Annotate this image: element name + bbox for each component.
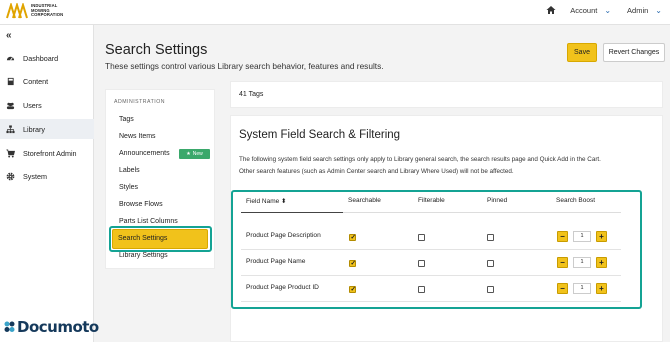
column-header-search-boost: Search Boost [556,197,596,204]
sidebar-item-label: Storefront Admin [23,148,77,158]
section-title: System Field Search & Filtering [239,129,401,141]
filterable-checkbox[interactable] [418,234,425,241]
searchable-checkbox[interactable] [349,233,356,241]
sidebar-item-label: Content [23,76,49,86]
chevron-down-icon[interactable]: ⌄ [655,6,662,15]
top-nav: Account ⌄ Admin ⌄ [546,5,662,15]
column-header-label: Field Name [246,198,280,205]
account-menu[interactable]: Account [570,6,597,15]
sidebar-item-users[interactable]: Users [0,95,94,115]
save-button[interactable]: Save [567,43,597,62]
documoto-brand: Documoto [3,318,99,336]
column-header-pinned: Pinned [487,197,508,204]
pinned-checkbox[interactable] [487,260,494,267]
dashboard-icon [6,56,15,61]
search-boost-input[interactable]: 1 [573,256,591,268]
sort-icon[interactable]: ⬍ [281,198,286,205]
menu-item-news-items[interactable]: News Items [119,133,156,140]
menu-item-styles[interactable]: Styles [119,184,138,191]
sidebar-item-library[interactable]: Library [0,119,94,139]
company-logo[interactable]: INDUSTRIAL MOWING CORPORATION [6,3,71,19]
documoto-wordmark: Documoto [17,318,99,336]
decrement-button[interactable]: − [557,230,568,242]
search-boost-input[interactable]: 1 [573,282,591,294]
page-subtitle: These settings control various Library s… [105,61,384,71]
collapse-sidebar-icon[interactable]: « [6,30,12,41]
book-icon [7,77,14,85]
table-row-field-name: Product Page Name [246,258,306,265]
company-logo-text: INDUSTRIAL MOWING CORPORATION [31,3,64,18]
description-line-2: Other search features (such as Admin Cen… [239,168,514,175]
menu-item-search-settings[interactable]: Search Settings [112,229,208,249]
star-icon: ★ [186,151,191,157]
increment-button[interactable]: + [596,230,607,242]
search-boost-stepper: − 1 + [557,230,607,242]
filterable-checkbox[interactable] [418,260,425,267]
home-icon[interactable] [546,5,556,15]
menu-item-parts-list-columns[interactable]: Parts List Columns [119,218,178,225]
new-badge-label: New [192,151,203,157]
table-row-field-name: Product Page Product ID [246,284,319,291]
sidebar: « Dashboard Content Users Library Storef… [0,25,99,342]
column-header-field-name[interactable]: Field Name ⬍ [246,197,287,205]
menu-item-announcements[interactable]: Announcements [119,150,170,157]
searchable-checkbox[interactable] [349,285,356,293]
search-boost-stepper: − 1 + [557,256,607,268]
company-logo-mark [6,3,28,19]
section-description: The following system field search settin… [239,154,659,178]
administration-heading: ADMINISTRATION [114,99,165,105]
cart-icon [6,149,15,158]
column-header-filterable: Filterable [418,197,445,204]
top-bar: INDUSTRIAL MOWING CORPORATION Account ⌄ … [0,0,670,25]
sidebar-item-dashboard[interactable]: Dashboard [0,48,94,68]
sidebar-item-label: System [23,171,47,181]
menu-item-library-settings[interactable]: Library Settings [119,252,168,259]
sidebar-item-label: Dashboard [23,53,59,63]
filterable-checkbox[interactable] [418,286,425,293]
menu-item-label: Search Settings [118,235,168,242]
sidebar-item-content[interactable]: Content [0,71,94,91]
gear-icon [6,172,15,180]
tags-count-bar: 41 Tags [230,81,663,108]
revert-changes-button[interactable]: Revert Changes [603,43,665,62]
table-row-field-name: Product Page Description [246,232,321,239]
pinned-checkbox[interactable] [487,234,494,241]
menu-item-browse-flows[interactable]: Browse Flows [119,201,163,208]
search-boost-input[interactable]: 1 [573,230,591,242]
decrement-button[interactable]: − [557,256,568,268]
table-row-divider [241,249,621,250]
increment-button[interactable]: + [596,282,607,294]
users-icon [6,102,15,109]
table-row-divider [241,301,621,302]
admin-menu[interactable]: Admin [627,6,648,15]
searchable-checkbox[interactable] [349,259,356,267]
tags-count: 41 Tags [239,91,264,98]
decrement-button[interactable]: − [557,282,568,294]
sidebar-item-storefront-admin[interactable]: Storefront Admin [0,143,94,163]
page-title: Search Settings [105,42,208,58]
search-boost-stepper: − 1 + [557,282,607,294]
description-line-1: The following system field search settin… [239,156,601,163]
sidebar-item-label: Users [23,100,42,110]
menu-item-labels[interactable]: Labels [119,167,140,174]
pinned-checkbox[interactable] [487,286,494,293]
chevron-down-icon[interactable]: ⌄ [604,6,611,15]
table-row-divider [241,275,621,276]
sidebar-item-system[interactable]: System [0,166,94,186]
sitemap-icon [6,124,15,133]
column-header-searchable: Searchable [348,197,381,204]
documoto-logo-icon [4,321,15,332]
sidebar-item-label: Library [23,124,45,134]
menu-item-tags[interactable]: Tags [119,116,134,123]
increment-button[interactable]: + [596,256,607,268]
new-badge: ★ New [179,149,210,159]
sorted-column-underline [241,212,343,213]
